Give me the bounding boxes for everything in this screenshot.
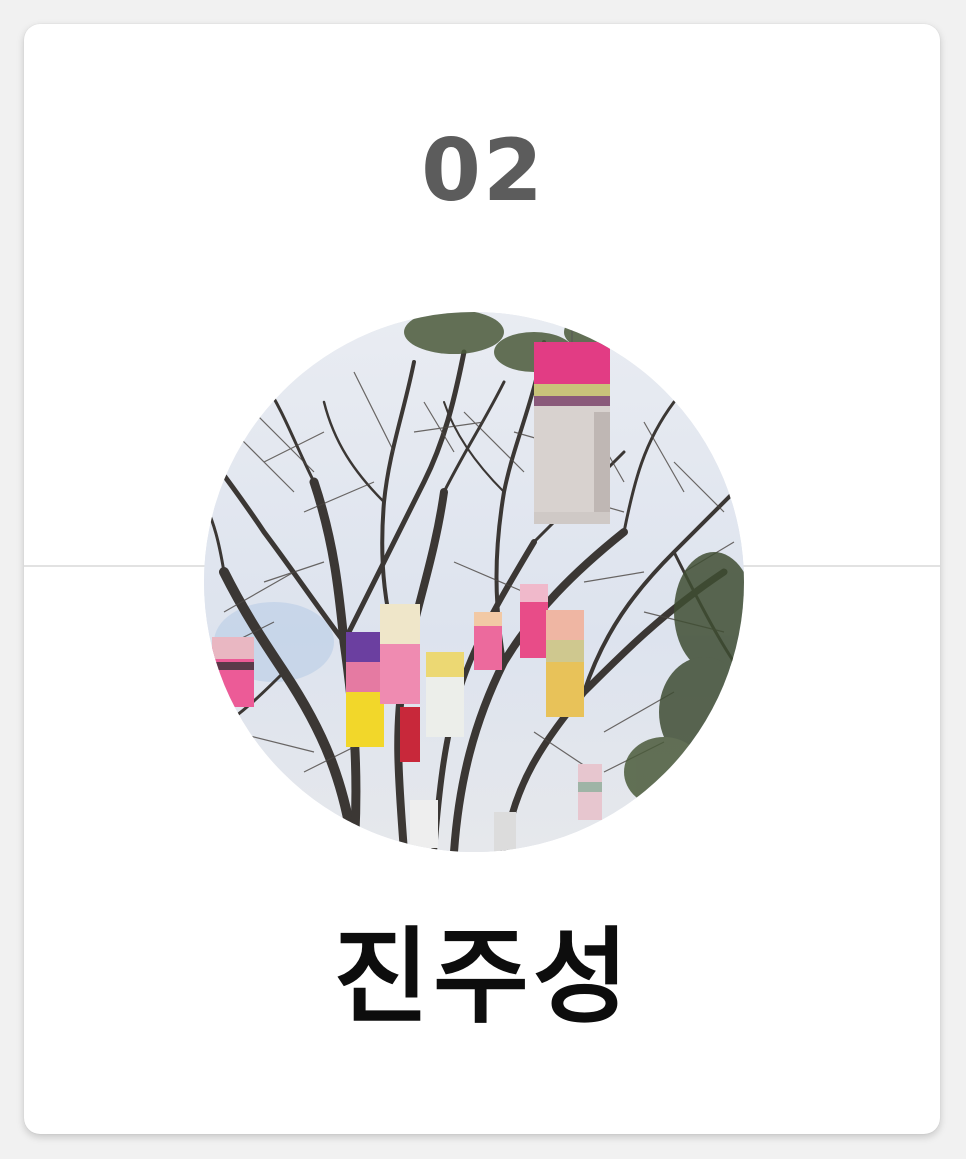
- place-title: 진주성: [333, 916, 633, 1038]
- lantern-large: [534, 312, 610, 524]
- lanterns-in-tree-photo: [204, 312, 744, 852]
- item-number: 02: [421, 121, 545, 221]
